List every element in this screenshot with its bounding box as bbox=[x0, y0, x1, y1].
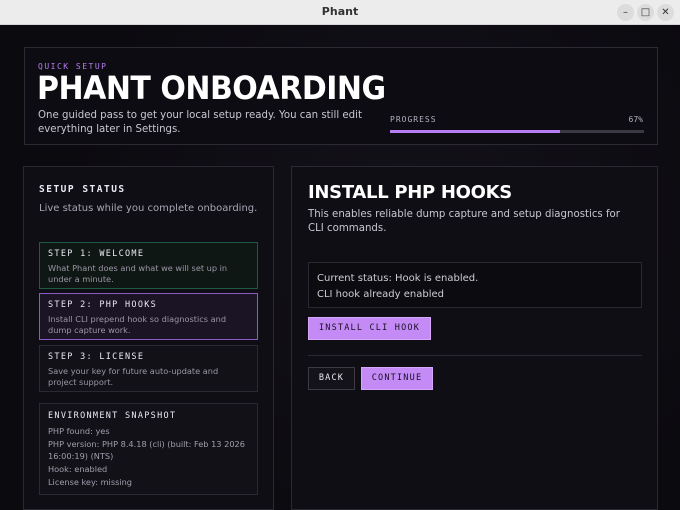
setup-status-panel: SETUP STATUS Live status while you compl… bbox=[23, 166, 274, 510]
hook-status-detail: CLI hook already enabled bbox=[317, 289, 444, 300]
step-description: Save your key for future auto-update and… bbox=[48, 366, 219, 387]
step-license[interactable]: STEP 3: LICENSE Save your key for future… bbox=[39, 345, 258, 392]
panel-title: INSTALL PHP HOOKS bbox=[308, 182, 512, 203]
install-hooks-panel: INSTALL PHP HOOKS This enables reliable … bbox=[291, 166, 658, 510]
window-title: Phant bbox=[321, 5, 359, 18]
back-button[interactable]: BACK bbox=[308, 367, 355, 390]
onboarding-header: QUICK SETUP PHANT ONBOARDING One guided … bbox=[24, 47, 658, 145]
env-hook: Hook: enabled bbox=[48, 463, 108, 474]
progress-bar-fill bbox=[390, 130, 561, 133]
environment-snapshot: ENVIRONMENT SNAPSHOT PHP found: yes PHP … bbox=[39, 403, 258, 495]
install-cli-hook-button[interactable]: INSTALL CLI HOOK bbox=[308, 317, 431, 340]
step-description: Install CLI prepend hook so diagnostics … bbox=[48, 314, 227, 335]
continue-button[interactable]: CONTINUE bbox=[361, 367, 433, 390]
step-title: STEP 2: PHP HOOKS bbox=[48, 300, 158, 310]
env-php-found: PHP found: yes bbox=[48, 426, 110, 436]
divider bbox=[308, 355, 642, 356]
progress-label: PROGRESS bbox=[390, 115, 437, 124]
hook-status-box: Current status: Hook is enabled. CLI hoo… bbox=[308, 262, 642, 308]
panel-description: This enables reliable dump capture and s… bbox=[308, 209, 620, 234]
step-title: STEP 1: WELCOME bbox=[48, 249, 145, 259]
close-icon[interactable]: ✕ bbox=[657, 4, 674, 21]
env-php-version: PHP version: PHP 8.4.18 (cli) (built: Fe… bbox=[48, 439, 245, 461]
environment-heading: ENVIRONMENT SNAPSHOT bbox=[48, 411, 177, 421]
window-titlebar: Phant – □ ✕ bbox=[0, 0, 680, 25]
progress-percent: 67% bbox=[628, 115, 643, 124]
maximize-icon[interactable]: □ bbox=[637, 4, 654, 21]
hook-status-line: Current status: Hook is enabled. bbox=[317, 273, 479, 284]
step-title: STEP 3: LICENSE bbox=[48, 352, 145, 362]
minimize-icon[interactable]: – bbox=[617, 4, 634, 21]
env-license-key: License key: missing bbox=[48, 476, 133, 487]
step-welcome[interactable]: STEP 1: WELCOME What Phant does and what… bbox=[39, 242, 258, 289]
setup-status-subtitle: Live status while you complete onboardin… bbox=[39, 203, 258, 214]
setup-status-heading: SETUP STATUS bbox=[39, 184, 126, 195]
step-php-hooks[interactable]: STEP 2: PHP HOOKS Install CLI prepend ho… bbox=[39, 293, 258, 340]
step-description: What Phant does and what we will set up … bbox=[48, 263, 228, 284]
app-content: QUICK SETUP PHANT ONBOARDING One guided … bbox=[0, 25, 680, 510]
progress-bar bbox=[390, 130, 644, 133]
page-title: PHANT ONBOARDING bbox=[37, 70, 386, 108]
page-description: One guided pass to get your local setup … bbox=[38, 110, 362, 135]
